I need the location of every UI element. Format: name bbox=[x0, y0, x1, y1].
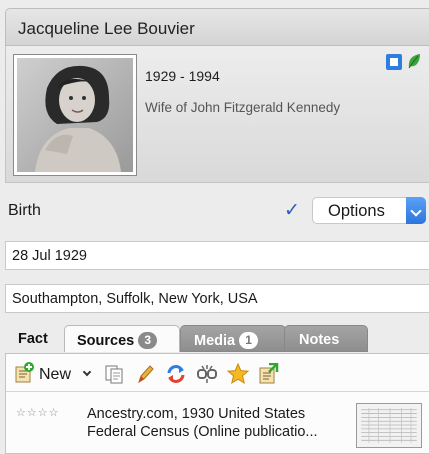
person-name: Jacqueline Lee Bouvier bbox=[18, 19, 195, 38]
tab-sources[interactable]: Sources 3 bbox=[64, 325, 180, 352]
tab-bar: Fact Sources 3 Media 1 Notes bbox=[0, 322, 429, 354]
source-title-continued: Federal Census (Online publicatio... bbox=[87, 424, 318, 440]
tab-sources-label: Sources bbox=[77, 333, 135, 349]
tab-notes[interactable]: Notes bbox=[284, 325, 368, 352]
tab-media[interactable]: Media 1 bbox=[180, 325, 286, 352]
new-button-label: New bbox=[39, 366, 72, 383]
rating-stars[interactable]: ☆☆☆☆ bbox=[16, 406, 59, 419]
person-header: Jacqueline Lee Bouvier bbox=[5, 8, 429, 46]
tab-media-label: Media bbox=[194, 333, 236, 349]
merge-icon[interactable] bbox=[165, 363, 187, 385]
person-description: Wife of John Fitzgerald Kennedy bbox=[145, 100, 341, 115]
chevron-down-icon bbox=[82, 367, 92, 377]
checkmark-icon[interactable]: ✓ bbox=[284, 201, 300, 220]
tab-notes-label: Notes bbox=[299, 332, 340, 348]
source-list-item[interactable]: ☆☆☆☆ Ancestry.com, 1930 United States Fe… bbox=[6, 393, 429, 451]
export-icon[interactable] bbox=[257, 363, 279, 385]
tab-fact[interactable]: Fact bbox=[10, 325, 62, 352]
person-photo[interactable] bbox=[13, 54, 137, 176]
portrait-image bbox=[17, 58, 133, 172]
person-summary: 1929 - 1994 Wife of John Fitzgerald Kenn… bbox=[5, 46, 429, 183]
media-count-badge: 1 bbox=[239, 332, 259, 349]
leaf-icon[interactable] bbox=[407, 53, 421, 69]
date-field[interactable]: 28 Jul 1929 bbox=[5, 241, 429, 270]
place-value: Southampton, Suffolk, New York, USA bbox=[12, 291, 258, 307]
copy-icon[interactable] bbox=[103, 363, 125, 385]
chevron-down-icon bbox=[406, 197, 426, 224]
edit-icon[interactable] bbox=[134, 363, 156, 385]
event-type-label: Birth bbox=[8, 202, 41, 219]
sources-toolbar: New bbox=[6, 354, 429, 392]
new-source-button[interactable]: New bbox=[13, 362, 92, 386]
person-years: 1929 - 1994 bbox=[145, 68, 220, 84]
place-field[interactable]: Southampton, Suffolk, New York, USA bbox=[5, 284, 429, 313]
square-toggle-icon[interactable] bbox=[386, 54, 402, 70]
census-thumbnail-image[interactable] bbox=[356, 403, 422, 448]
sources-panel: New ☆☆☆☆ Ancestry.com, 1930 United State… bbox=[5, 353, 429, 454]
source-title: Ancestry.com, 1930 United States bbox=[87, 406, 306, 422]
options-dropdown[interactable]: Options bbox=[312, 197, 426, 224]
unlink-icon[interactable] bbox=[196, 363, 218, 385]
event-row: Birth ✓ Options bbox=[0, 195, 429, 227]
date-value: 28 Jul 1929 bbox=[12, 248, 87, 264]
sources-count-badge: 3 bbox=[138, 332, 158, 349]
add-source-icon bbox=[15, 362, 34, 383]
options-label: Options bbox=[328, 202, 385, 220]
star-icon[interactable] bbox=[227, 363, 249, 385]
tab-fact-label: Fact bbox=[18, 331, 48, 347]
